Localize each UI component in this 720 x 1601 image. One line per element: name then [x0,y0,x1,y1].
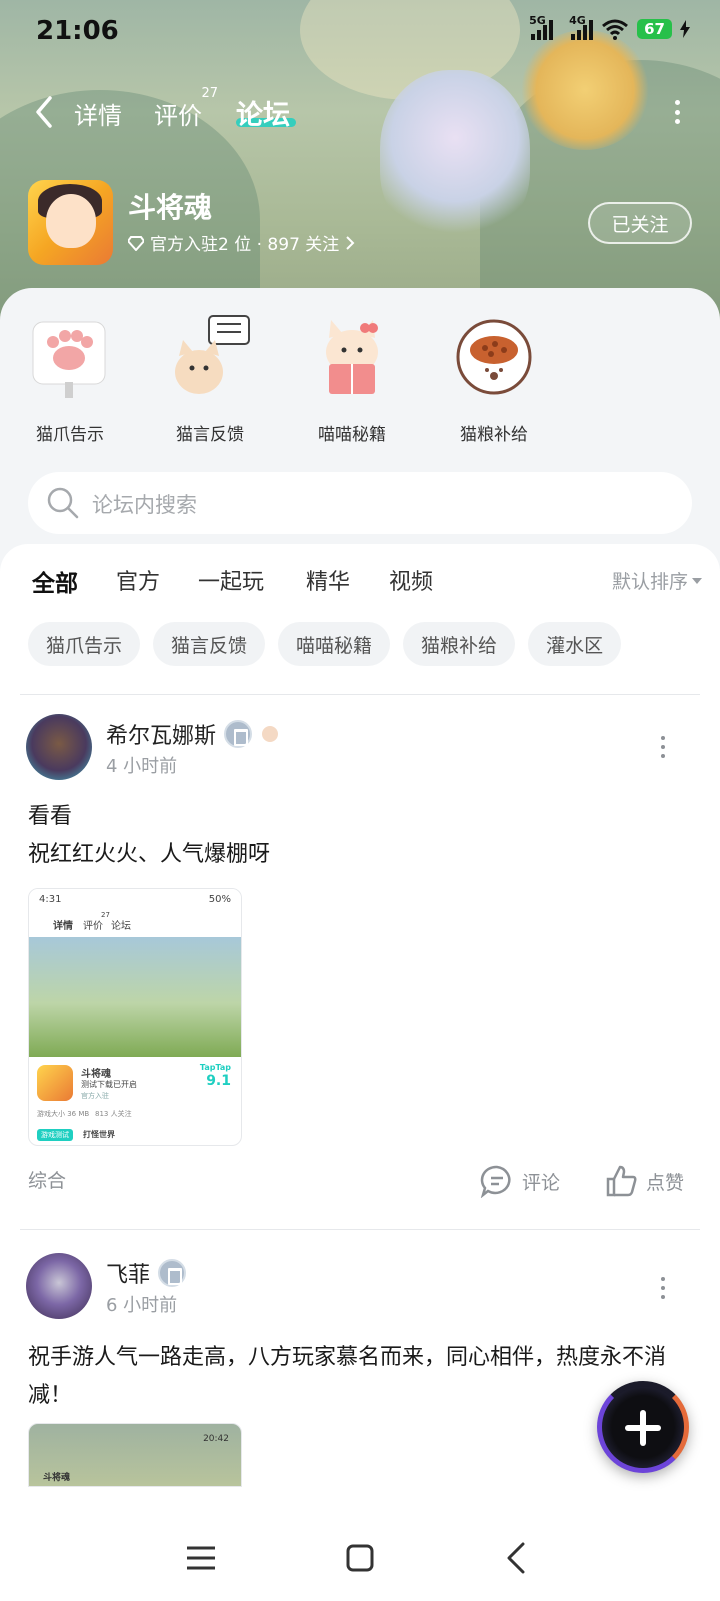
comment-icon [480,1165,511,1198]
back-icon[interactable] [498,1538,538,1578]
search-input[interactable]: 论坛内搜索 [28,472,692,534]
sort-dropdown[interactable]: 默认排序 [612,567,702,594]
post-time: 4 小时前 [106,756,178,777]
signal-5g-icon: 5G [529,14,554,40]
post-body[interactable]: 祝手游人气一路走高，八方玩家慕名而来，同心相伴，热度永不消减！ [28,1339,668,1415]
game-banner: 21:06 5G 4G 67 详情 评价 27 论坛 斗将魂 官方入驻2 位 ·… [0,0,720,320]
post-image[interactable]: 4:31 50% 详情 评价 27 论坛 斗将魂 测试下载已开启 官方入驻 Ta… [28,888,242,1146]
create-post-button[interactable] [597,1381,689,1473]
search-placeholder: 论坛内搜索 [92,493,197,517]
feed-tab-play-together[interactable]: 一起玩 [198,564,264,596]
chevron-right-icon [346,235,355,250]
comment-button[interactable]: 评论 [480,1164,560,1198]
post-author[interactable]: 飞菲 [106,1257,187,1289]
chip-cat-feedback[interactable]: 猫言反馈 [153,622,266,666]
top-navigation: 详情 评价 27 论坛 [0,86,720,138]
avatar[interactable] [26,714,92,780]
search-icon [47,487,79,519]
shot-game-info: 斗将魂 测试下载已开启 官方入驻 TapTap 9.1 游戏大小 36 MB 8… [37,1063,231,1141]
feed-tab-video[interactable]: 视频 [389,564,433,596]
caret-down-icon [692,577,702,584]
verified-badge-icon [158,1259,187,1287]
review-count: 27 [201,86,218,101]
user-avatar-mini-icon [260,724,281,744]
cat-book-icon [307,312,397,402]
verified-badge-icon [224,720,253,748]
battery-indicator: 67 [637,19,672,39]
avatar[interactable] [26,1253,92,1319]
game-name[interactable]: 斗将魂 [128,186,212,226]
back-arrow-icon[interactable] [30,92,60,132]
charging-icon [680,20,690,38]
chip-cat-paw[interactable]: 猫爪告示 [28,622,141,666]
cat-feedback-icon [165,312,255,402]
tab-forum[interactable]: 论坛 [236,93,290,132]
category-cat-paw[interactable]: 猫爪告示 [10,312,130,445]
feed-tab-all[interactable]: 全部 [32,564,78,598]
chip-chat-area[interactable]: 灌水区 [528,622,622,666]
system-navigation-bar [0,1516,720,1601]
post-time: 6 小时前 [106,1295,178,1316]
post-card[interactable]: 希尔瓦娜斯 4 小时前 看看 祝红红火火、人气爆棚呀 4:31 50% 详情 评… [0,694,720,1229]
chip-cat-food[interactable]: 猫粮补给 [403,622,516,666]
status-bar: 21:06 5G 4G 67 [0,0,720,64]
tab-details[interactable]: 详情 [74,96,122,131]
shot-top-bar: 4:31 50% 详情 评价 27 论坛 [29,889,241,937]
post-image[interactable]: 斗将魂 20:42 [28,1423,242,1487]
diamond-icon [128,235,144,251]
feed-tabs: 全部 官方 一起玩 精华 视频 默认排序 [0,564,720,608]
menu-icon[interactable] [181,1538,221,1578]
game-header: 斗将魂 官方入驻2 位 · 897 关注 已关注 [28,180,692,266]
follow-button[interactable]: 已关注 [588,202,692,244]
game-meta[interactable]: 官方入驻2 位 · 897 关注 [128,230,355,255]
category-cat-feedback[interactable]: 猫言反馈 [150,312,270,445]
post-more-icon[interactable] [660,1277,666,1299]
game-meta-text: 官方入驻2 位 · 897 关注 [150,235,340,255]
tab-reviews[interactable]: 评价 27 [154,86,218,131]
category-cat-food[interactable]: 猫粮补给 [434,312,554,445]
shot-game-art [29,937,241,1057]
wifi-icon [602,19,629,40]
chip-cat-book[interactable]: 喵喵秘籍 [278,622,391,666]
category-cat-book[interactable]: 喵喵秘籍 [292,312,412,445]
like-button[interactable]: 点赞 [604,1164,684,1198]
post-more-icon[interactable] [660,736,666,758]
game-icon[interactable] [28,180,113,265]
cat-paw-icon [25,312,115,402]
feed-tab-official[interactable]: 官方 [116,564,160,596]
status-icons: 5G 4G 67 [529,14,690,40]
more-options-icon[interactable] [674,100,680,124]
category-shortcuts: 猫爪告示 猫言反馈 喵喵秘籍 猫粮补给 [0,312,720,445]
cat-food-bowl-icon [449,312,539,402]
home-icon[interactable] [340,1538,380,1578]
signal-4g-icon: 4G [569,14,594,40]
post-category-tag[interactable]: 综合 [28,1166,66,1193]
post-author[interactable]: 希尔瓦娜斯 [106,718,281,750]
post-body[interactable]: 看看 祝红红火火、人气爆棚呀 [28,798,678,874]
thumbs-up-icon [606,1165,637,1197]
status-time: 21:06 [36,16,119,46]
tab-reviews-label: 评价 [154,102,202,130]
feed-tab-featured[interactable]: 精华 [306,564,350,596]
category-chips: 猫爪告示 猫言反馈 喵喵秘籍 猫粮补给 灌水区 [28,622,622,666]
